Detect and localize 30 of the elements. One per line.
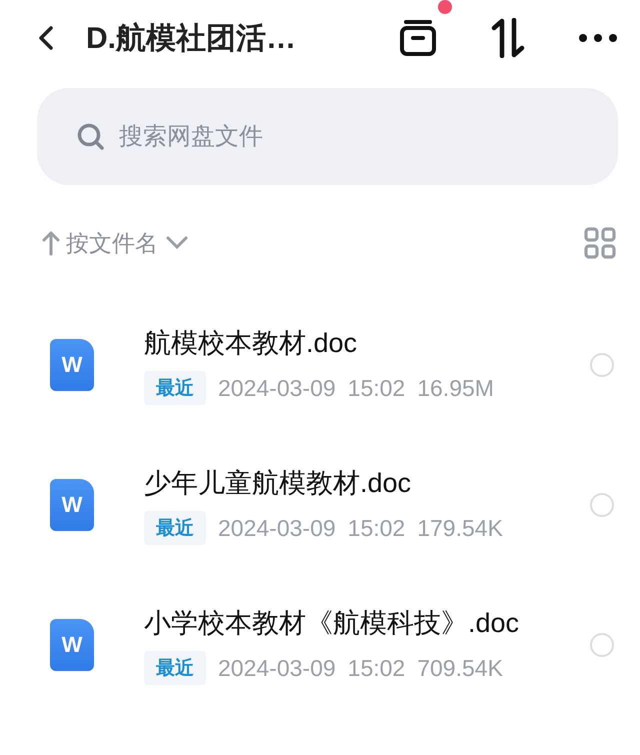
- file-size: 709.54K: [417, 654, 503, 682]
- select-checkbox[interactable]: [590, 353, 614, 377]
- select-checkbox[interactable]: [590, 493, 614, 517]
- word-file-icon: W: [50, 339, 94, 391]
- file-name[interactable]: 小学校本教材《航模科技》.doc: [144, 605, 590, 641]
- file-size: 16.95M: [417, 374, 494, 402]
- file-time: 15:02: [348, 374, 406, 402]
- recent-tag: 最近: [144, 511, 206, 545]
- file-date: 2024-03-09: [218, 654, 336, 682]
- word-file-icon: W: [50, 619, 94, 671]
- folder-title: D.航模社团活…: [86, 20, 297, 56]
- file-time: 15:02: [348, 654, 406, 682]
- chevron-down-icon[interactable]: [166, 236, 188, 250]
- file-name[interactable]: 少年儿童航模教材.doc: [144, 465, 590, 501]
- word-file-icon: W: [50, 479, 94, 531]
- back-icon[interactable]: [36, 24, 56, 52]
- archive-icon[interactable]: [398, 18, 438, 58]
- recent-tag: 最近: [144, 371, 206, 405]
- more-icon[interactable]: [578, 33, 618, 43]
- select-checkbox[interactable]: [590, 633, 614, 657]
- file-name[interactable]: 航模校本教材.doc: [144, 325, 590, 361]
- file-date: 2024-03-09: [218, 374, 336, 402]
- file-size: 179.54K: [417, 514, 503, 542]
- arrow-up-icon[interactable]: [42, 230, 60, 256]
- search-field[interactable]: 搜索网盘文件: [37, 88, 618, 185]
- recent-tag: 最近: [144, 651, 206, 685]
- sort-icon[interactable]: [490, 18, 526, 58]
- grid-view-icon[interactable]: [584, 227, 616, 259]
- file-time: 15:02: [348, 514, 406, 542]
- file-date: 2024-03-09: [218, 514, 336, 542]
